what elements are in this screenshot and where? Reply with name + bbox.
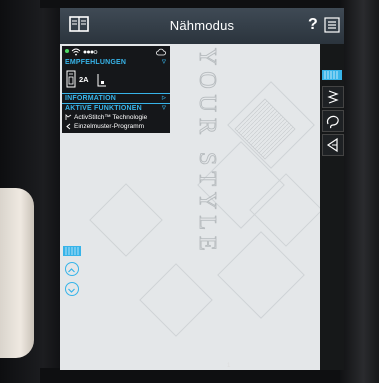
recommendations-title: EMPFEHLUNGEN [65, 59, 127, 66]
scroll-handle[interactable] [63, 246, 81, 256]
info-panel: EMPFEHLUNGEN ▽ 2A INFORMATION ▷ AKTIVE F… [62, 46, 170, 133]
recommendations-content: 2A [62, 67, 170, 93]
presser-foot-icon [66, 70, 76, 88]
chevron-up-icon [68, 268, 75, 273]
stitch-plate-icon [97, 74, 106, 87]
device-bezel-right [340, 0, 379, 383]
active-functions-header[interactable]: AKTIVE FUNKTIONEN ▽ [62, 104, 170, 113]
lasso-button[interactable] [322, 110, 344, 132]
collapse-triangle-icon: ▽ [161, 59, 166, 65]
status-row [62, 46, 170, 58]
watermark-label: YOUR STYLE [194, 48, 220, 257]
active-function-label: Einzelmuster-Programm [74, 123, 145, 130]
active-function-item: ActivStitch™ Technologie [62, 113, 170, 122]
device-bezel-top [40, 0, 340, 8]
page-number: 1 [227, 363, 231, 369]
lasso-icon [326, 115, 339, 129]
expand-triangle-icon: ▷ [161, 95, 166, 101]
single-pattern-icon [66, 123, 71, 130]
active-function-item: Einzelmuster-Programm [62, 122, 170, 133]
information-header[interactable]: INFORMATION ▷ [62, 94, 170, 103]
hatched-area [234, 98, 296, 160]
recommendations-header[interactable]: EMPFEHLUNGEN ▽ [62, 58, 170, 67]
triangle-marker-button[interactable] [322, 134, 344, 156]
watermark-text: YOUR STYLE [194, 48, 221, 258]
active-function-label: ActivStitch™ Technologie [74, 114, 148, 121]
wifi-icon [71, 48, 81, 56]
scroll-up-button[interactable] [65, 262, 79, 276]
cloud-icon[interactable] [156, 48, 166, 56]
grid-tile [89, 183, 163, 257]
status-dot [65, 49, 69, 53]
zigzag-stitch-icon [327, 90, 339, 104]
information-title: INFORMATION [65, 95, 117, 102]
presser-foot-value: 2A [79, 75, 89, 84]
activstitch-icon [65, 114, 72, 120]
active-functions-title: AKTIVE FUNKTIONEN [65, 105, 142, 112]
collapse-triangle-icon: ▽ [161, 105, 166, 111]
help-button[interactable]: ? [308, 16, 318, 34]
device-bezel-bottom [40, 368, 340, 383]
scale-icon[interactable] [322, 70, 342, 80]
machine-body [0, 188, 34, 358]
scroll-down-button[interactable] [65, 282, 79, 296]
signal-bars-icon [83, 50, 98, 54]
zigzag-stitch-button[interactable] [322, 86, 344, 108]
chevron-down-icon [68, 288, 75, 293]
top-bar: Nähmodus ? [60, 8, 344, 44]
page-title: Nähmodus [169, 18, 235, 33]
touch-screen: Nähmodus ? YOUR STYLE EMPFEHLUNGEN ▽ 2A … [60, 8, 344, 370]
menu-list-icon[interactable] [324, 16, 340, 34]
right-toolbar [320, 44, 344, 370]
triangle-marker-icon [326, 137, 338, 153]
